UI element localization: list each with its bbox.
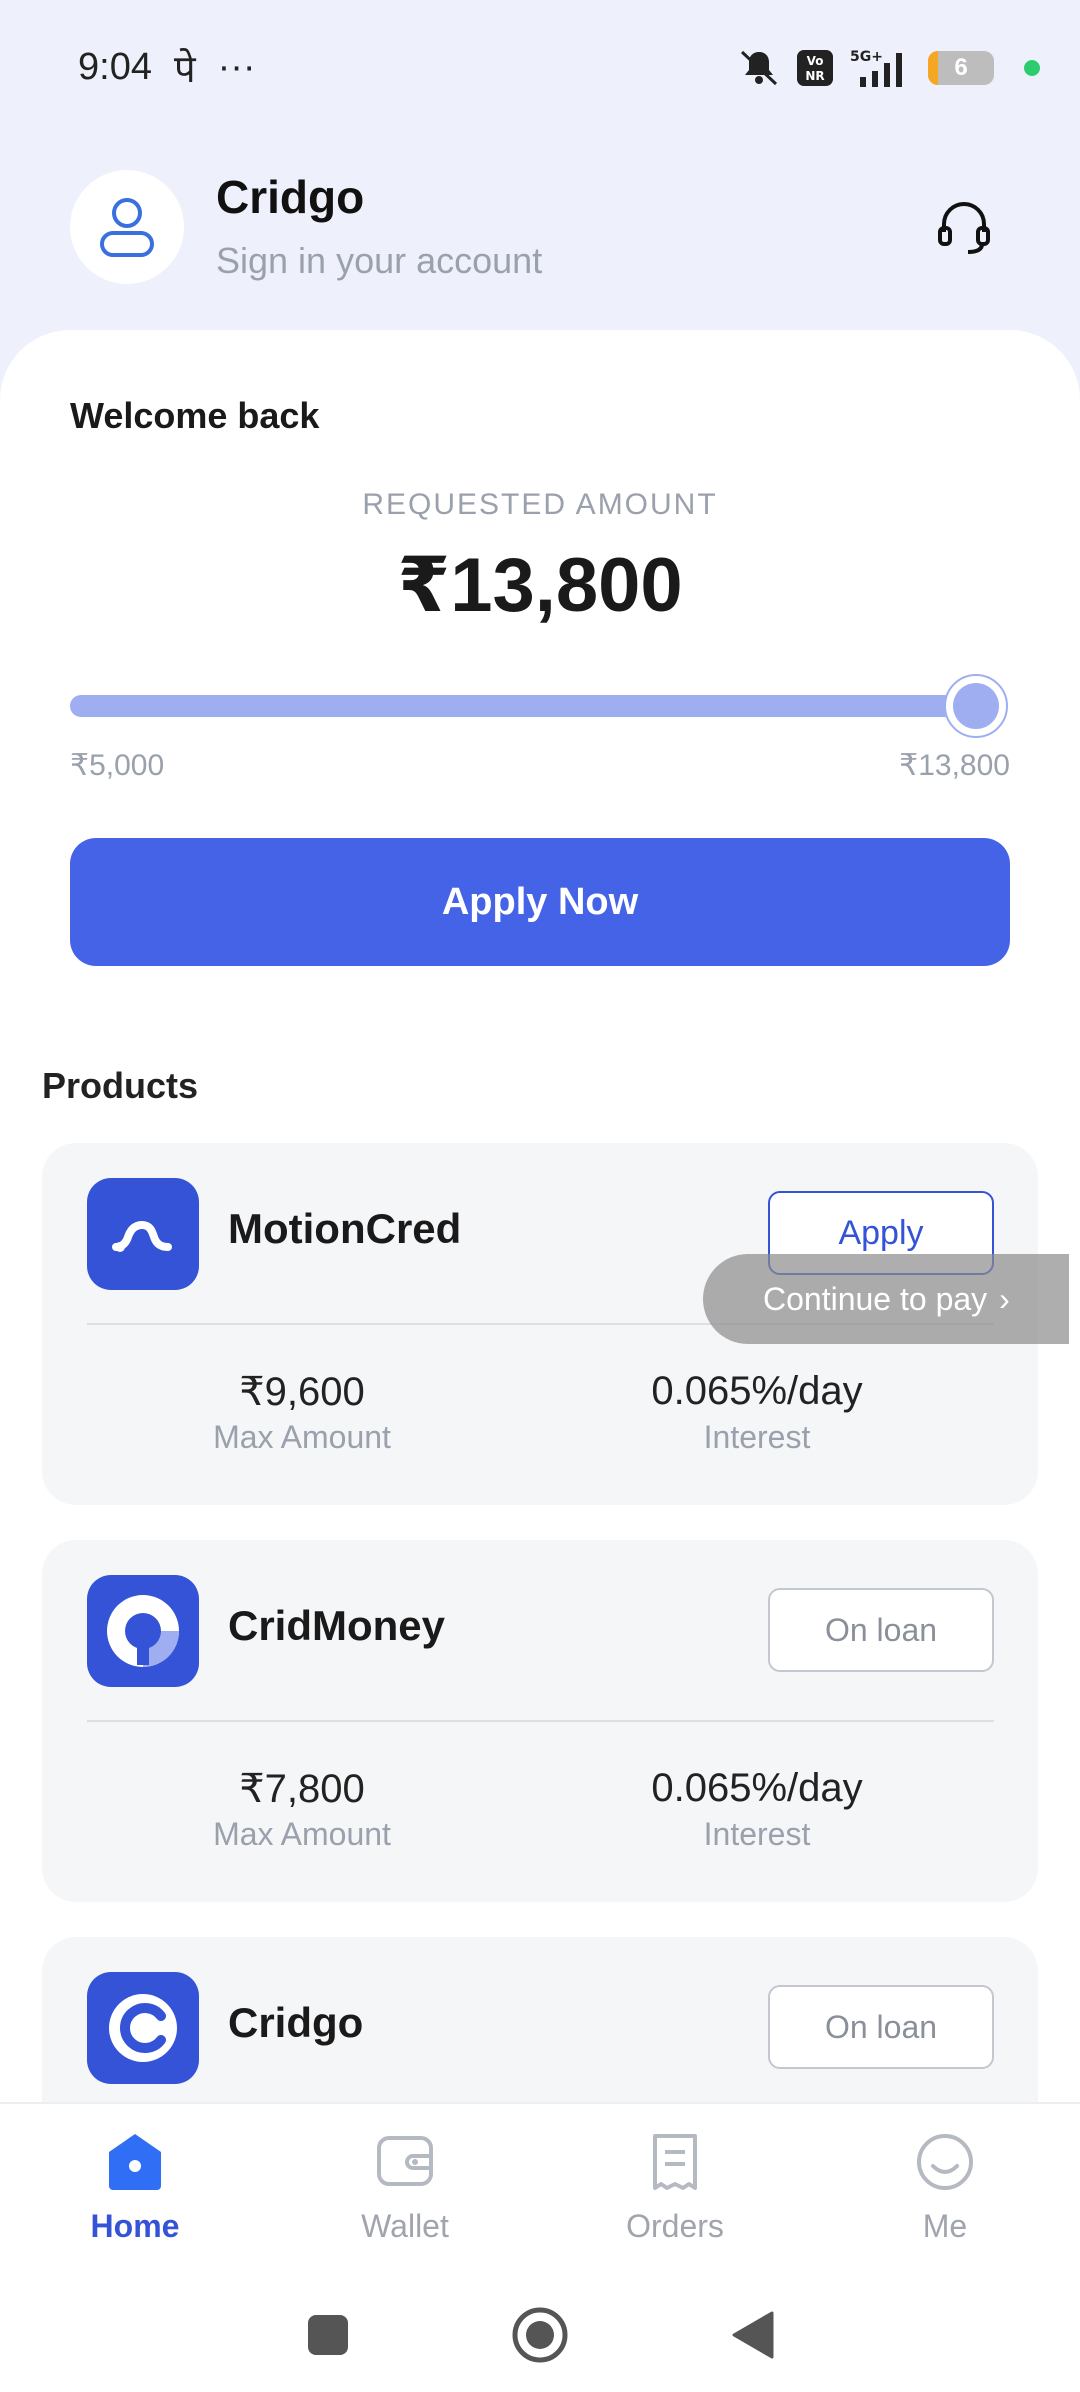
amount-slider-thumb[interactable]	[944, 674, 1008, 738]
svg-text:NR: NR	[805, 69, 824, 83]
interest-label: Interest	[703, 1816, 811, 1852]
avatar[interactable]	[70, 170, 184, 284]
max-amount-value: ₹7,800	[239, 1767, 365, 1811]
main-card: Welcome back REQUESTED AMOUNT ₹13,800 ₹5…	[0, 330, 1080, 2299]
on-loan-button[interactable]: On loan	[768, 1588, 994, 1672]
interest-value: 0.065%/day	[651, 1766, 863, 1810]
chevron-right-icon: ›	[999, 1280, 1010, 1317]
orders-icon	[643, 2130, 707, 2194]
slider-min-label: ₹5,000	[70, 749, 165, 782]
cridgo-logo-icon	[87, 1972, 199, 2084]
system-nav	[0, 2282, 1080, 2392]
max-amount-label: Max Amount	[213, 1816, 391, 1852]
nav-me[interactable]: Me	[810, 2104, 1080, 2282]
network-label: 5G+	[850, 49, 883, 65]
user-icon	[100, 198, 154, 257]
products-title: Products	[42, 1065, 199, 1106]
nav-orders[interactable]: Orders	[540, 2104, 810, 2282]
nav-home[interactable]: Home	[0, 2104, 270, 2282]
nav-label: Home	[90, 2208, 180, 2244]
product-name: CridMoney	[228, 1602, 446, 1649]
bottom-nav: Home Wallet Orders Me	[0, 2102, 1080, 2282]
status-bar: 9:04 पे ··· Vo NR 5G+ 6	[0, 0, 1080, 135]
status-left: 9:04 पे ···	[78, 42, 256, 94]
battery-level: 6	[954, 53, 968, 81]
nav-wallet[interactable]: Wallet	[270, 2104, 540, 2282]
interest-value: 0.065%/day	[651, 1369, 863, 1413]
smile-icon	[913, 2130, 977, 2194]
motioncred-logo-icon	[87, 1178, 199, 1290]
recents-icon[interactable]	[306, 2313, 350, 2362]
cridmoney-logo-icon	[87, 1575, 199, 1687]
svg-text:Vo: Vo	[807, 54, 824, 68]
mute-icon	[736, 48, 782, 88]
amount-slider-track[interactable]	[70, 695, 978, 717]
slider-max-label: ₹13,800	[899, 749, 1010, 782]
apply-now-button[interactable]: Apply Now	[70, 838, 1010, 966]
status-right: Vo NR 5G+ 6	[736, 47, 1040, 89]
home-icon	[103, 2130, 167, 2194]
requested-amount: ₹13,800	[397, 543, 683, 628]
product-name: Cridgo	[228, 1999, 364, 2046]
battery-icon: 6	[928, 50, 994, 85]
status-carrier: पे	[173, 48, 196, 91]
privacy-dot	[1024, 59, 1040, 76]
signal-icon: 5G+	[848, 47, 914, 89]
product-name: MotionCred	[228, 1205, 462, 1252]
nav-label: Me	[922, 2208, 968, 2244]
volte-icon: Vo NR	[796, 49, 834, 87]
status-more: ···	[217, 46, 256, 88]
nav-label: Orders	[626, 2208, 724, 2244]
status-time: 9:04	[78, 46, 152, 88]
continue-to-pay-button[interactable]: Continue to pay ›	[703, 1254, 1069, 1344]
sign-in-link[interactable]: Sign in your account	[216, 240, 542, 282]
header: Cridgo Sign in your account	[0, 150, 1080, 330]
wallet-icon	[373, 2130, 437, 2194]
max-amount-label: Max Amount	[213, 1419, 391, 1455]
max-amount-value: ₹9,600	[239, 1370, 365, 1414]
interest-label: Interest	[703, 1419, 811, 1455]
welcome-text: Welcome back	[70, 395, 320, 436]
nav-label: Wallet	[361, 2208, 449, 2244]
divider	[87, 1720, 994, 1722]
requested-amount-label: REQUESTED AMOUNT	[362, 488, 718, 521]
headset-icon[interactable]	[932, 196, 996, 260]
back-icon[interactable]	[730, 2311, 774, 2364]
continue-to-pay-label: Continue to pay	[763, 1280, 988, 1317]
on-loan-button[interactable]: On loan	[768, 1985, 994, 2069]
home-circle-icon[interactable]	[510, 2305, 570, 2370]
app-name: Cridgo	[216, 171, 365, 223]
product-card-cridmoney[interactable]: CridMoney On loan ₹7,800 Max Amount 0.06…	[42, 1540, 1038, 1902]
